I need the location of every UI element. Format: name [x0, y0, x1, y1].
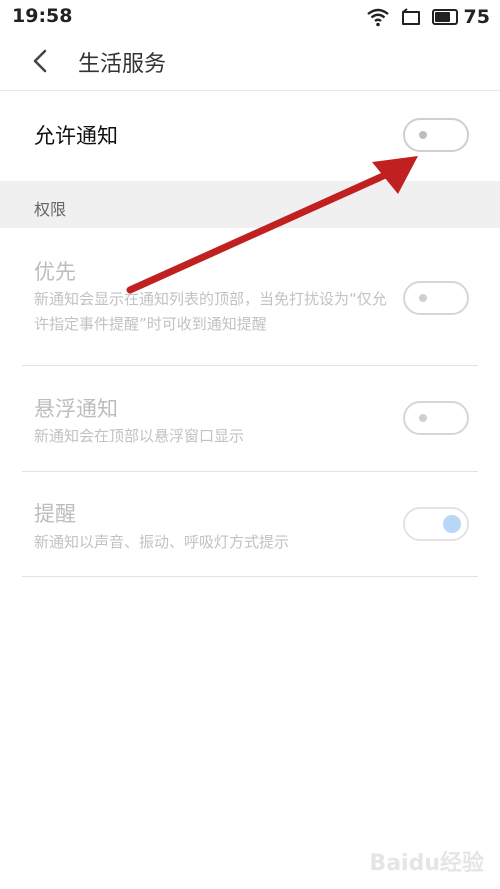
baidu-watermark: Baidu经验: [369, 851, 484, 876]
annotation-arrow: [126, 156, 418, 294]
